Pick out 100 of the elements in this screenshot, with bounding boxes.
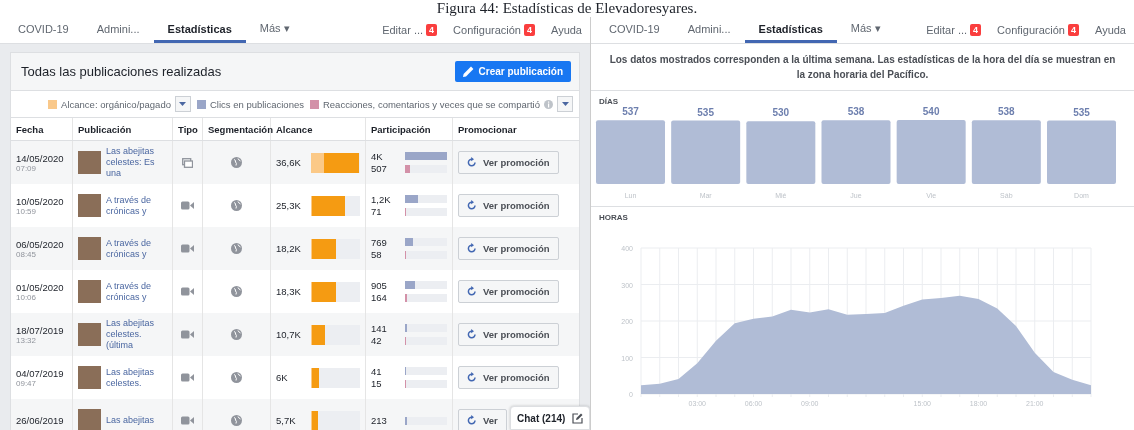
nav-tab[interactable]: Más ▾ bbox=[245, 17, 304, 43]
day-bar bbox=[971, 120, 1041, 184]
post-time: 09:47 bbox=[16, 378, 37, 388]
globe-icon bbox=[231, 200, 242, 211]
notice-text: Los datos mostrados corresponden a la última semana. Las estadísticas de la hora del día se muestran en la zona horaria del Pacífico. bbox=[591, 44, 1134, 91]
notification-badge: 4 bbox=[970, 24, 982, 36]
bar-value-label: 537 bbox=[622, 106, 639, 118]
view-promotion-button[interactable]: Ver promoción bbox=[458, 194, 559, 217]
bar-value-label: 535 bbox=[697, 106, 714, 118]
nav-tab[interactable]: Más ▾ bbox=[836, 17, 895, 43]
clicks-value: 213 bbox=[371, 414, 388, 427]
album-icon bbox=[182, 157, 193, 168]
section-title: DÍAS bbox=[598, 96, 620, 106]
notification-badge: 4 bbox=[524, 24, 535, 36]
nav-link[interactable]: Configuración bbox=[453, 24, 521, 36]
nav-tab[interactable]: Estadísticas bbox=[744, 17, 837, 43]
post-date: 14/05/2020 bbox=[16, 152, 64, 164]
view-promotion-button[interactable]: Ver promoción bbox=[458, 323, 559, 346]
nav-link[interactable]: Editar ... bbox=[926, 24, 968, 36]
globe-icon bbox=[231, 286, 242, 297]
view-promotion-button[interactable]: Ver promoción bbox=[458, 237, 559, 260]
dropdown-button[interactable] bbox=[557, 96, 573, 112]
pencil-icon bbox=[462, 66, 474, 77]
post-title-link[interactable]: Las abejitas celestes. bbox=[106, 366, 167, 389]
bar-value-label: 538 bbox=[998, 106, 1015, 118]
refresh-icon bbox=[467, 200, 477, 211]
refresh-icon bbox=[467, 286, 477, 297]
column-header: Promocionar bbox=[458, 123, 517, 135]
post-date: 18/07/2019 bbox=[16, 324, 64, 336]
dropdown-caret-icon bbox=[561, 102, 569, 106]
post-title-link[interactable]: A través de crónicas y bbox=[106, 194, 167, 217]
bar-value-label: 540 bbox=[922, 106, 940, 117]
reach-value: 5,7K bbox=[276, 415, 297, 426]
reactions-value: 71 bbox=[371, 205, 383, 218]
dropdown-caret-icon bbox=[179, 102, 187, 106]
day-bar bbox=[1047, 120, 1116, 184]
legend-label: Reacciones, comentarios y veces que se compartió bbox=[322, 98, 540, 110]
nav-tab[interactable]: Admini... bbox=[673, 17, 745, 43]
day-bar bbox=[596, 120, 665, 184]
post-title-link[interactable]: Las abejitas bbox=[106, 415, 155, 426]
nav-link[interactable]: Ayuda bbox=[1095, 24, 1126, 36]
day-bar bbox=[671, 120, 741, 184]
reach-value: 18,2K bbox=[276, 243, 302, 254]
video-camera-icon bbox=[181, 287, 194, 296]
thumbnail-photo-placeholder bbox=[78, 194, 101, 217]
video-camera-icon bbox=[181, 416, 194, 425]
nav-tab[interactable]: COVID-19 bbox=[4, 17, 83, 43]
video-camera-icon bbox=[181, 201, 194, 210]
post-title-link[interactable]: Las abejitas celestes: Es una bbox=[106, 146, 167, 179]
post-date: 04/07/2019 bbox=[16, 367, 64, 379]
day-bar bbox=[821, 120, 891, 184]
refresh-icon bbox=[467, 243, 477, 254]
post-time: 08:45 bbox=[16, 249, 37, 259]
globe-icon bbox=[231, 372, 242, 383]
post-time: 07:09 bbox=[16, 163, 37, 173]
column-header: Tipo bbox=[178, 123, 198, 135]
info-icon bbox=[544, 99, 553, 109]
clicks-value: 141 bbox=[371, 322, 388, 335]
column-header: Segmentación bbox=[208, 123, 273, 135]
refresh-icon bbox=[467, 157, 477, 168]
column-header: Publicación bbox=[78, 123, 132, 135]
nav-link[interactable]: Configuración bbox=[997, 24, 1065, 36]
dropdown-button[interactable] bbox=[174, 96, 191, 112]
view-promotion-button[interactable]: Ver promoción bbox=[458, 280, 559, 303]
thumbnail-photo-placeholder bbox=[78, 323, 101, 346]
view-promotion-button[interactable]: Ver bbox=[458, 409, 507, 430]
thumbnail-photo-placeholder bbox=[78, 237, 101, 260]
legend-label: Clics en publicaciones bbox=[209, 98, 304, 110]
nav-tab[interactable]: Estadísticas bbox=[153, 17, 246, 43]
section-title: HORAS bbox=[598, 212, 629, 222]
refresh-icon bbox=[467, 329, 477, 340]
refresh-icon bbox=[467, 415, 477, 426]
clicks-value: 4K bbox=[371, 150, 384, 163]
reactions-value: 507 bbox=[371, 162, 388, 175]
reach-value: 18,3K bbox=[276, 286, 302, 297]
nav-tab[interactable]: COVID-19 bbox=[595, 17, 674, 43]
reactions-value: 164 bbox=[371, 291, 388, 304]
post-time: 10:06 bbox=[16, 292, 37, 302]
notification-badge: 4 bbox=[1068, 24, 1079, 36]
chat-bar[interactable]: Chat (214) bbox=[510, 406, 590, 430]
nav-tab[interactable]: Admini... bbox=[82, 17, 154, 43]
view-promotion-button[interactable]: Ver promoción bbox=[458, 366, 559, 389]
post-title-link[interactable]: Las abejitas celestes. (última bbox=[106, 318, 167, 351]
create-post-button[interactable]: Crear publicación bbox=[454, 61, 571, 82]
reactions-value: 58 bbox=[371, 248, 383, 261]
view-promotion-button[interactable]: Ver promoción bbox=[458, 151, 559, 174]
nav-link[interactable]: Editar ... bbox=[382, 24, 424, 36]
video-camera-icon bbox=[181, 373, 194, 382]
nav-link[interactable]: Ayuda bbox=[551, 24, 582, 36]
thumbnail-photo-placeholder bbox=[78, 151, 101, 174]
compose-icon bbox=[572, 412, 583, 424]
figure-caption: Figura 44: Estadísticas de Elevadoresyares. bbox=[435, 0, 699, 17]
globe-icon bbox=[231, 243, 242, 254]
globe-icon bbox=[231, 157, 242, 168]
post-title-link[interactable]: A través de crónicas y bbox=[106, 237, 167, 260]
post-title-link[interactable]: A través de crónicas y bbox=[106, 280, 167, 303]
clicks-value: 1,2K bbox=[371, 193, 392, 206]
post-time: 10:59 bbox=[16, 206, 37, 216]
notification-badge: 4 bbox=[426, 24, 438, 36]
reactions-value: 15 bbox=[371, 377, 383, 390]
